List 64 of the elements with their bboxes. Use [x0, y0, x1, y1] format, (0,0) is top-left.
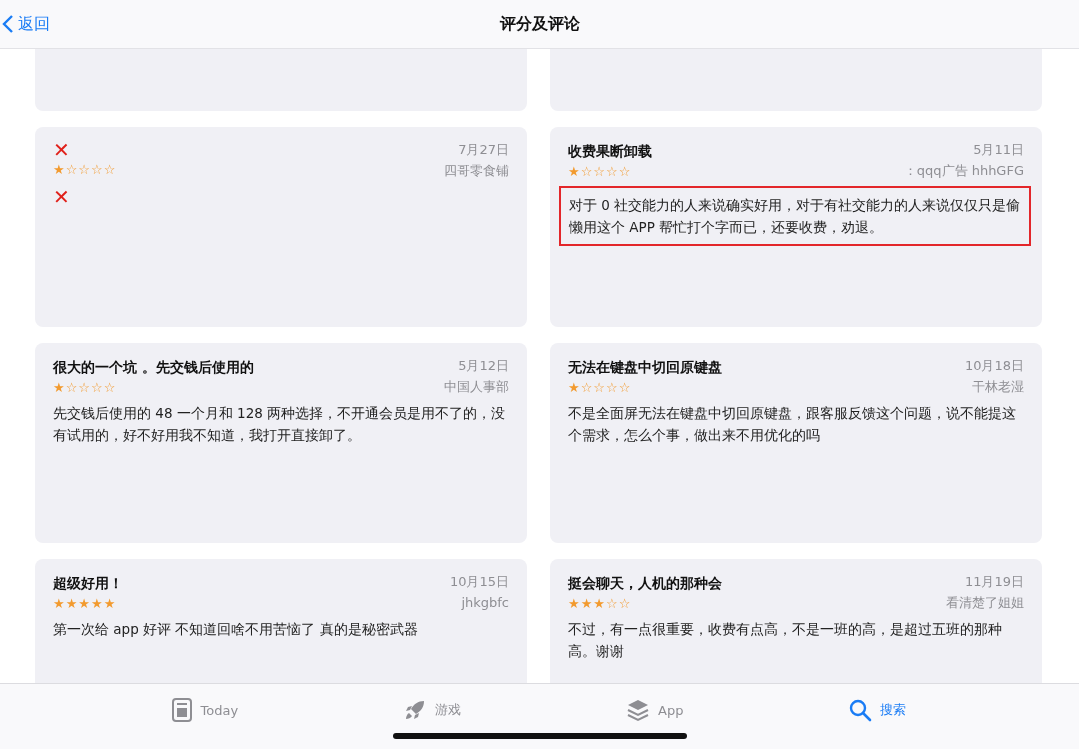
star-icon: ★: [65, 596, 78, 612]
star-icon: ★: [568, 164, 580, 180]
star-icon: ☆: [90, 380, 103, 396]
review-date: 7月27日: [458, 141, 509, 159]
reviewer-name: 看清楚了姐姐: [946, 594, 1024, 612]
star-icon: ☆: [593, 380, 605, 396]
reviewer-name: ：qqq广告 hhhGFG: [903, 162, 1024, 180]
star-icon: ☆: [90, 162, 103, 178]
back-link[interactable]: 返回: [0, 13, 50, 35]
star-icon: ☆: [618, 380, 631, 396]
star-icon: ☆: [580, 380, 593, 396]
star-icon: ☆: [618, 164, 631, 180]
reviewer-name: 干林老湿: [972, 378, 1024, 396]
star-icon: ☆: [78, 380, 90, 396]
review-title: 收费果断卸载: [568, 142, 652, 161]
review-date: 11月19日: [964, 573, 1024, 591]
reviewer-name: 中国人事部: [444, 378, 509, 396]
star-icon: ★: [103, 596, 116, 612]
review-title: 很大的一个坑 。先交钱后使用的: [53, 358, 254, 377]
tab[interactable]: App: [622, 694, 688, 726]
star-icon: ★: [53, 596, 65, 612]
star-icon: ★: [90, 596, 103, 612]
star-icon: ★: [78, 596, 90, 612]
review-date: 5月11日: [973, 141, 1024, 159]
page-title: 评分及评论: [499, 13, 580, 35]
review-text: 先交钱后使用的 48 一个月和 128 两种选择，不开通会员是用不了的，没有试用的，好不好用我不知道，我打开直接卸了。: [53, 404, 507, 445]
star-icon: ☆: [618, 596, 631, 612]
highlighted-review-text: 对于 0 社交能力的人来说确实好用，对于有社交能力的人来说仅仅只是偷懒用这个 APP 帮忙打个字而已，还要收费，劝退。: [559, 186, 1031, 246]
review-title: 超级好用！: [53, 574, 123, 593]
star-icon: ☆: [605, 596, 618, 612]
search-icon: [848, 698, 873, 722]
layers-icon: [626, 698, 651, 722]
chevron-left-icon: [2, 14, 14, 34]
review-text: 不过，有一点很重要，收费有点高，不是一班的高，是超过五班的那种高。谢谢: [568, 620, 1003, 661]
review-title: ✕: [53, 141, 71, 159]
star-icon: ★: [593, 596, 605, 612]
star-icon: ☆: [103, 162, 116, 178]
tab[interactable]: Today: [168, 694, 243, 726]
star-icon: ☆: [605, 380, 618, 396]
review-date: 5月12日: [458, 357, 509, 375]
reviewer-name: 四哥零食铺: [444, 162, 509, 180]
review-date: 10月18日: [964, 357, 1024, 375]
review-text: 第一次给 app 好评 不知道回啥不用苦恼了 真的是秘密武器: [53, 620, 419, 639]
star-icon: ★: [53, 380, 65, 396]
review-date: 10月15日: [449, 573, 509, 591]
reviewer-name: jhkgbfc: [461, 594, 509, 612]
tab[interactable]: 搜索: [844, 694, 911, 726]
star-icon: ☆: [605, 164, 618, 180]
star-icon: ★: [568, 596, 580, 612]
review-title: 挺会聊天，人机的那种会: [568, 574, 722, 593]
star-icon: ★: [568, 380, 580, 396]
star-icon: ★: [580, 596, 593, 612]
star-icon: ☆: [593, 164, 605, 180]
star-icon: ☆: [65, 162, 78, 178]
review-title: 无法在键盘中切回原键盘: [568, 358, 722, 377]
today-icon: [172, 698, 193, 722]
star-icon: ★: [53, 162, 65, 178]
tab[interactable]: 游戏: [399, 694, 466, 726]
star-icon: ☆: [580, 164, 593, 180]
star-icon: ☆: [65, 380, 78, 396]
star-icon: ☆: [78, 162, 90, 178]
review-text: ✕: [53, 186, 71, 208]
review-text: 不是全面屏无法在键盘中切回原键盘，跟客服反馈这个问题，说不能提这个需求，怎么个事，做出来不用优化的吗: [568, 404, 1017, 445]
star-icon: ☆: [103, 380, 116, 396]
